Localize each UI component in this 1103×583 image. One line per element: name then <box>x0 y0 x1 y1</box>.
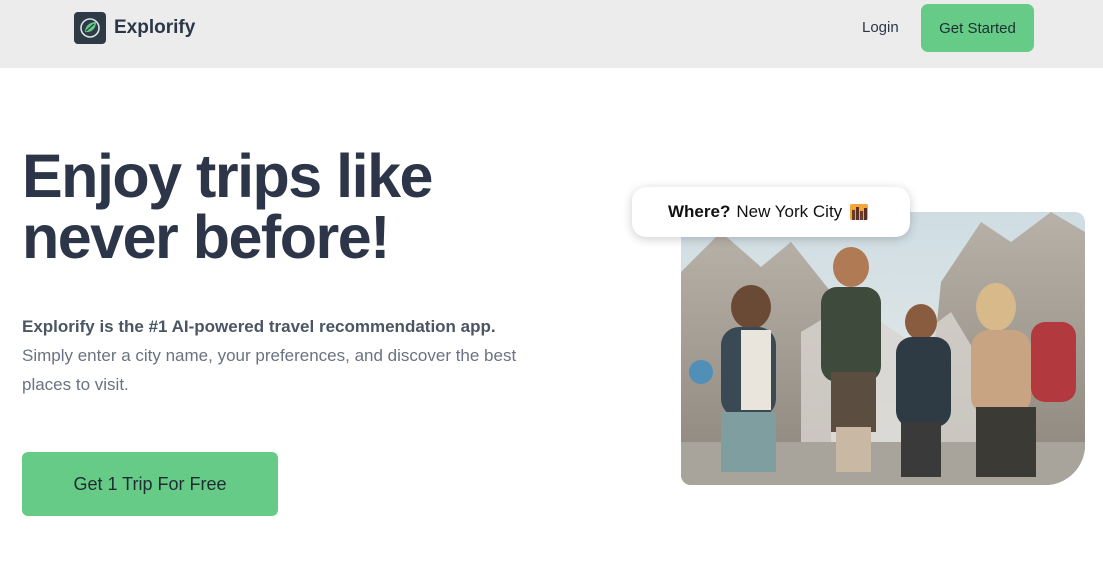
group-of-hikers-photo <box>681 212 1085 485</box>
hero-headline: Enjoy trips like never before! <box>22 142 433 271</box>
headline-highlight: Enjoy <box>22 142 182 213</box>
top-navbar: Explorify Login Get Started <box>0 0 1103 68</box>
headline-line2: never before! <box>22 203 390 271</box>
login-link[interactable]: Login <box>862 19 899 36</box>
where-label: Where? <box>668 202 731 221</box>
leaf-globe-icon <box>74 12 106 44</box>
get-started-button[interactable]: Get Started <box>921 4 1034 52</box>
destination-value: New York City <box>736 202 843 221</box>
brand-logo-link[interactable]: Explorify <box>74 12 195 44</box>
headline-line1-rest: trips like <box>180 142 433 210</box>
destination-search-pill[interactable]: Where? New York City <box>632 187 910 237</box>
cityscape-emoji-icon <box>850 204 869 220</box>
description-bold: Explorify is the #1 AI-powered travel re… <box>22 317 496 336</box>
brand-name: Explorify <box>114 17 196 38</box>
hero-description: Explorify is the #1 AI-powered travel re… <box>22 312 562 399</box>
description-rest: Simply enter a city name, your preferenc… <box>22 346 517 394</box>
get-free-trip-button[interactable]: Get 1 Trip For Free <box>22 452 278 516</box>
